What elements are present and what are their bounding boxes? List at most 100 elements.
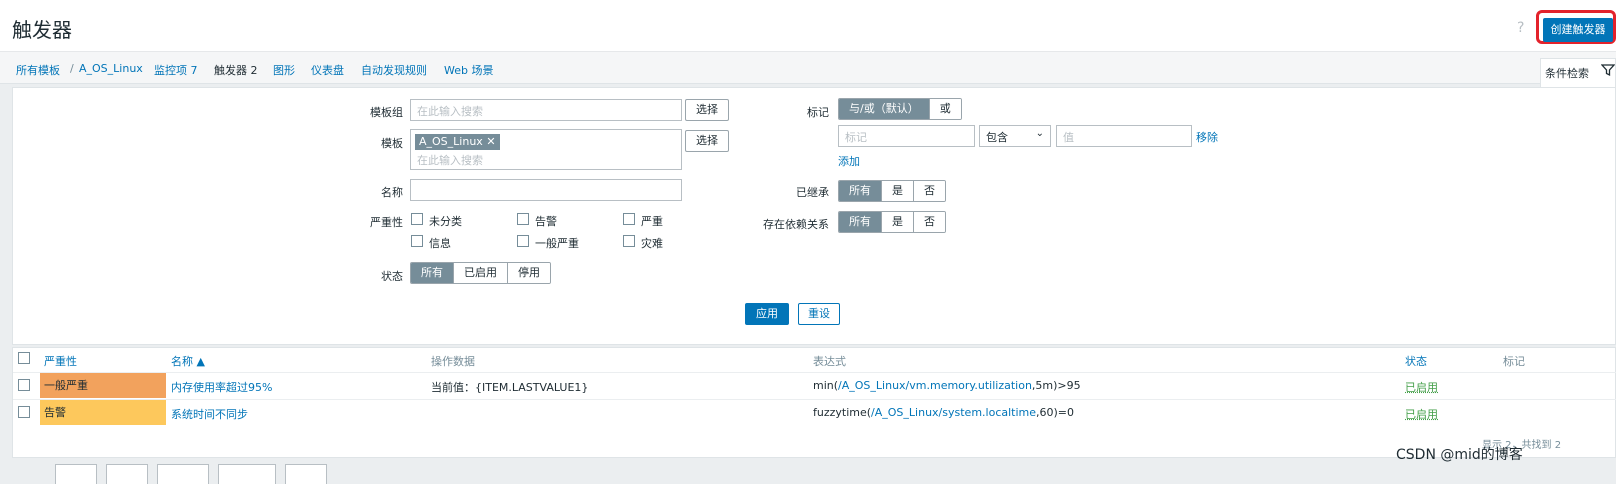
expression-function: fuzzytime( (813, 406, 872, 419)
column-tags: 标记 (1503, 355, 1525, 368)
reset-button[interactable]: 重设 (798, 303, 840, 325)
remove-tag-icon[interactable]: ✕ (486, 135, 495, 148)
status-option-all[interactable]: 所有 (411, 263, 453, 283)
severity-checkbox-not-classified[interactable] (411, 213, 423, 225)
inherited-option-all[interactable]: 所有 (839, 181, 881, 201)
severity-option-label: 信息 (429, 237, 451, 250)
tab-items[interactable]: 监控项 7 (154, 62, 198, 78)
column-status[interactable]: 状态 (1405, 353, 1427, 369)
dependencies-label: 存在依赖关系 (763, 218, 829, 231)
severity-option-label: 一般严重 (535, 237, 579, 250)
csdn-watermark: CSDN @mid的博客 (1396, 447, 1523, 463)
dependencies-option-no[interactable]: 否 (913, 212, 945, 232)
tags-mode-control: 与/或（默认） 或 (838, 98, 962, 120)
status-label: 状态 (381, 270, 403, 283)
template-group-input[interactable]: 在此输入搜索 (410, 99, 682, 121)
tab-graphs[interactable]: 图形 (273, 62, 295, 78)
severity-checkbox-average[interactable] (517, 235, 529, 247)
status-enabled-link[interactable]: 已启用 (1405, 406, 1438, 422)
status-option-enabled[interactable]: 已启用 (453, 263, 507, 283)
severity-cell: 一般严重 (40, 373, 166, 398)
dependencies-option-all[interactable]: 所有 (839, 212, 881, 232)
template-multiselect[interactable]: A_OS_Linux ✕ 在此输入搜索 (410, 129, 682, 170)
mass-action-button[interactable] (285, 464, 327, 484)
status-segmented-control: 所有 已启用 停用 (410, 262, 551, 284)
inherited-option-yes[interactable]: 是 (881, 181, 913, 201)
template-group-label: 模板组 (370, 106, 403, 119)
tag-operator-value: 包含 (986, 131, 1008, 144)
mass-action-bar (0, 458, 1616, 484)
table-row: 一般严重 内存使用率超过95% 当前值：{ITEM.LASTVALUE1} mi… (13, 372, 1616, 398)
expression-tail: ,5m)>95 (1031, 379, 1081, 392)
tags-mode-and-or[interactable]: 与/或（默认） (839, 99, 929, 119)
severity-checkbox-high[interactable] (623, 213, 635, 225)
triggers-table: 严重性 名称 ▲ 操作数据 表达式 状态 标记 一般严重 内存使用率超过95% … (12, 347, 1616, 458)
tags-label: 标记 (807, 106, 829, 119)
column-expression: 表达式 (813, 355, 846, 368)
template-search-placeholder: 在此输入搜索 (417, 154, 483, 167)
expression-item-link[interactable]: /A_OS_Linux/vm.memory.utilization (838, 379, 1032, 392)
tag-remove-link[interactable]: 移除 (1196, 129, 1218, 145)
filter-tab-label: 条件检索 (1545, 67, 1589, 80)
table-row: 告警 系统时间不同步 fuzzytime(/A_OS_Linux/system.… (13, 399, 1616, 425)
column-severity[interactable]: 严重性 (44, 353, 77, 369)
row-checkbox[interactable] (18, 379, 30, 391)
expression-function: min( (813, 379, 839, 392)
severity-option-label: 未分类 (429, 215, 462, 228)
trigger-name-link[interactable]: 系统时间不同步 (171, 406, 248, 422)
breadcrumb-template[interactable]: A_OS_Linux (79, 62, 143, 75)
column-name[interactable]: 名称 ▲ (171, 353, 205, 369)
page-header: 触发器 ? 创建触发器 (0, 0, 1616, 52)
severity-option-label: 灾难 (641, 237, 663, 250)
name-label: 名称 (381, 186, 403, 199)
mass-action-button[interactable] (55, 464, 97, 484)
tab-discovery-rules[interactable]: 自动发现规则 (361, 62, 427, 78)
template-tag: A_OS_Linux ✕ (415, 134, 500, 150)
page-title: 触发器 (12, 18, 72, 42)
apply-button[interactable]: 应用 (745, 303, 789, 325)
severity-cell: 告警 (40, 400, 166, 425)
severity-option-label: 严重 (641, 215, 663, 228)
tag-name-input[interactable]: 标记 (838, 125, 975, 147)
tab-web-scenarios[interactable]: Web 场景 (444, 62, 493, 78)
severity-label: 严重性 (370, 216, 403, 229)
severity-checkbox-information[interactable] (411, 235, 423, 247)
create-trigger-button[interactable]: 创建触发器 (1543, 18, 1613, 42)
tags-mode-or[interactable]: 或 (928, 99, 961, 119)
select-all-checkbox[interactable] (18, 352, 30, 364)
tab-dashboards[interactable]: 仪表盘 (311, 62, 344, 78)
tag-add-link[interactable]: 添加 (838, 153, 860, 169)
filter-icon (1601, 64, 1615, 77)
breadcrumb-separator: / (70, 62, 74, 75)
filter-tab[interactable]: 条件检索 (1540, 58, 1616, 88)
expression-cell: min(/A_OS_Linux/vm.memory.utilization,5m… (813, 379, 1081, 392)
name-input[interactable] (410, 179, 682, 201)
status-option-disabled[interactable]: 停用 (507, 263, 550, 283)
inherited-label: 已继承 (796, 186, 829, 199)
severity-checkbox-warning[interactable] (517, 213, 529, 225)
expression-item-link[interactable]: /A_OS_Linux/system.localtime (871, 406, 1036, 419)
inherited-segmented-control: 所有 是 否 (838, 180, 946, 202)
tag-value-input[interactable]: 值 (1056, 125, 1192, 147)
row-checkbox[interactable] (18, 406, 30, 418)
expression-cell: fuzzytime(/A_OS_Linux/system.localtime,6… (813, 406, 1074, 419)
dependencies-option-yes[interactable]: 是 (881, 212, 913, 232)
mass-action-button[interactable] (157, 464, 209, 484)
severity-checkbox-disaster[interactable] (623, 235, 635, 247)
breadcrumb: 所有模板 / A_OS_Linux 监控项 7 触发器 2 图形 仪表盘 自动发… (0, 52, 1616, 84)
dependencies-segmented-control: 所有 是 否 (838, 211, 946, 233)
help-icon[interactable]: ? (1517, 20, 1524, 36)
severity-option-label: 告警 (535, 215, 557, 228)
column-operational-data: 操作数据 (431, 355, 475, 368)
breadcrumb-all-templates[interactable]: 所有模板 (16, 62, 60, 78)
mass-action-button[interactable] (218, 464, 276, 484)
chevron-down-icon: ⌄ (1035, 128, 1044, 139)
inherited-option-no[interactable]: 否 (913, 181, 945, 201)
status-enabled-link[interactable]: 已启用 (1405, 379, 1438, 395)
tab-triggers[interactable]: 触发器 2 (214, 62, 258, 78)
tag-operator-select[interactable]: 包含 ⌄ (979, 125, 1051, 147)
trigger-name-link[interactable]: 内存使用率超过95% (171, 379, 272, 395)
mass-action-button[interactable] (106, 464, 148, 484)
expression-tail: ,60)=0 (1036, 406, 1075, 419)
template-select-button[interactable]: 选择 (685, 130, 729, 152)
